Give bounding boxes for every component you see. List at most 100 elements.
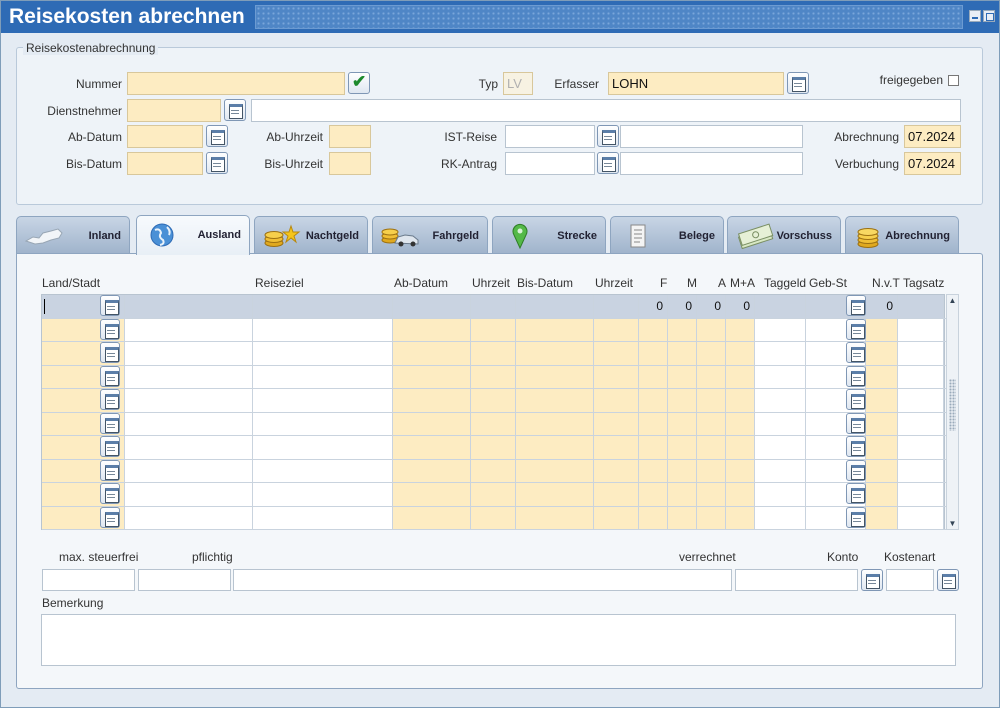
rk-antrag-desc-field[interactable] <box>620 152 803 175</box>
cell-uhrzeit2[interactable] <box>594 412 639 435</box>
cell-uhrzeit1[interactable] <box>471 389 516 412</box>
table-row[interactable] <box>42 365 946 389</box>
cell-bis-datum[interactable] <box>516 389 594 412</box>
cell-a[interactable]: 0 <box>697 295 726 318</box>
cell-reiseziel[interactable] <box>253 459 393 482</box>
cell-uhrzeit1[interactable] <box>471 342 516 365</box>
cell-geb-st[interactable] <box>806 365 866 388</box>
cell-uhrzeit2[interactable] <box>594 342 639 365</box>
cell-nvt[interactable] <box>866 483 898 506</box>
cell-ma[interactable] <box>726 389 755 412</box>
cell-geb-st[interactable] <box>806 318 866 341</box>
cell-f[interactable] <box>639 436 668 459</box>
cell-a[interactable] <box>697 506 726 529</box>
cell-tagsatz[interactable] <box>898 506 944 529</box>
ab-datum-calendar-icon[interactable] <box>206 125 228 147</box>
ausland-grid[interactable]: 0 0 0 0 0 <box>41 294 946 530</box>
cell-land-stadt-desc[interactable] <box>125 436 253 459</box>
max-steuerfrei-field[interactable] <box>42 569 135 591</box>
rk-antrag-field[interactable] <box>505 152 595 175</box>
cell-land-stadt-desc[interactable] <box>125 342 253 365</box>
cell-land-stadt-desc[interactable] <box>125 365 253 388</box>
cell-ab-datum[interactable] <box>393 459 471 482</box>
cell-f[interactable] <box>639 365 668 388</box>
cell-land-stadt-desc[interactable] <box>125 318 253 341</box>
cell-uhrzeit2[interactable] <box>594 436 639 459</box>
cell-f[interactable] <box>639 389 668 412</box>
cell-taggeld[interactable] <box>755 506 806 529</box>
cell-nvt[interactable] <box>866 436 898 459</box>
abrechnung-field[interactable]: 07.2024 <box>904 125 961 148</box>
rk-antrag-lookup-icon[interactable] <box>597 152 619 174</box>
bis-datum-calendar-icon[interactable] <box>206 152 228 174</box>
cell-geb-st[interactable] <box>806 459 866 482</box>
tab-strecke[interactable]: Strecke <box>492 216 606 254</box>
dienstnehmer-name-field[interactable] <box>251 99 961 122</box>
cell-nvt[interactable] <box>866 389 898 412</box>
ab-uhrzeit-field[interactable] <box>329 125 371 148</box>
cell-ma[interactable] <box>726 412 755 435</box>
erfasser-field[interactable]: LOHN <box>608 72 784 95</box>
cell-reiseziel[interactable] <box>253 436 393 459</box>
cell-uhrzeit1[interactable] <box>471 483 516 506</box>
cell-land-stadt[interactable] <box>42 483 125 506</box>
kostenart-lookup-icon[interactable] <box>937 569 959 591</box>
land-lookup-icon[interactable] <box>100 436 120 457</box>
cell-nvt[interactable] <box>866 318 898 341</box>
cell-a[interactable] <box>697 318 726 341</box>
tab-vorschuss[interactable]: Vorschuss <box>727 216 841 254</box>
cell-tagsatz[interactable] <box>898 436 944 459</box>
table-row[interactable] <box>42 483 946 507</box>
cell-tagsatz[interactable] <box>898 365 944 388</box>
verrechnet-field[interactable] <box>735 569 858 591</box>
cell-m[interactable] <box>668 365 697 388</box>
verbuchung-field[interactable]: 07.2024 <box>904 152 961 175</box>
cell-land-stadt-desc[interactable] <box>125 389 253 412</box>
land-lookup-icon[interactable] <box>100 389 120 410</box>
cell-nvt[interactable] <box>866 412 898 435</box>
cell-f[interactable] <box>639 483 668 506</box>
cell-land-stadt[interactable] <box>42 459 125 482</box>
cell-reiseziel[interactable] <box>253 342 393 365</box>
geb-st-lookup-icon[interactable] <box>846 483 866 504</box>
cell-taggeld[interactable] <box>755 365 806 388</box>
cell-bis-datum[interactable] <box>516 436 594 459</box>
cell-uhrzeit2[interactable] <box>594 365 639 388</box>
ist-reise-desc-field[interactable] <box>620 125 803 148</box>
land-lookup-icon[interactable] <box>100 506 120 528</box>
scroll-down-icon[interactable]: ▼ <box>947 518 958 529</box>
cell-ma[interactable] <box>726 483 755 506</box>
cell-m[interactable] <box>668 436 697 459</box>
grid-scrollbar[interactable]: ▲ ▼ <box>946 294 959 530</box>
cell-uhrzeit2[interactable] <box>594 318 639 341</box>
tab-fahrgeld[interactable]: Fahrgeld <box>372 216 488 254</box>
cell-land-stadt-desc[interactable] <box>125 459 253 482</box>
cell-reiseziel[interactable] <box>253 295 393 318</box>
cell-land-stadt-desc[interactable] <box>125 483 253 506</box>
cell-bis-datum[interactable] <box>516 506 594 529</box>
table-row[interactable]: 0 0 0 0 0 <box>42 295 946 319</box>
land-lookup-icon[interactable] <box>100 412 120 434</box>
cell-a[interactable] <box>697 342 726 365</box>
cell-bis-datum[interactable] <box>516 412 594 435</box>
cell-tagsatz[interactable] <box>898 342 944 365</box>
cell-ab-datum[interactable] <box>393 412 471 435</box>
land-lookup-icon[interactable] <box>100 483 120 504</box>
scroll-grip[interactable] <box>949 379 956 431</box>
cell-bis-datum[interactable] <box>516 483 594 506</box>
land-lookup-icon[interactable] <box>100 295 120 316</box>
bis-uhrzeit-field[interactable] <box>329 152 371 175</box>
konto-lookup-icon[interactable] <box>861 569 883 591</box>
cell-land-stadt[interactable] <box>42 389 125 412</box>
cell-geb-st[interactable] <box>806 295 866 318</box>
cell-ma[interactable] <box>726 459 755 482</box>
cell-m[interactable] <box>668 506 697 529</box>
cell-nvt[interactable] <box>866 365 898 388</box>
cell-uhrzeit2[interactable] <box>594 389 639 412</box>
cell-a[interactable] <box>697 459 726 482</box>
table-row[interactable] <box>42 412 946 436</box>
geb-st-lookup-icon[interactable] <box>846 412 866 434</box>
tab-nachtgeld[interactable]: Nachtgeld <box>254 216 368 254</box>
cell-ma[interactable]: 0 <box>726 295 755 318</box>
cell-taggeld[interactable] <box>755 389 806 412</box>
